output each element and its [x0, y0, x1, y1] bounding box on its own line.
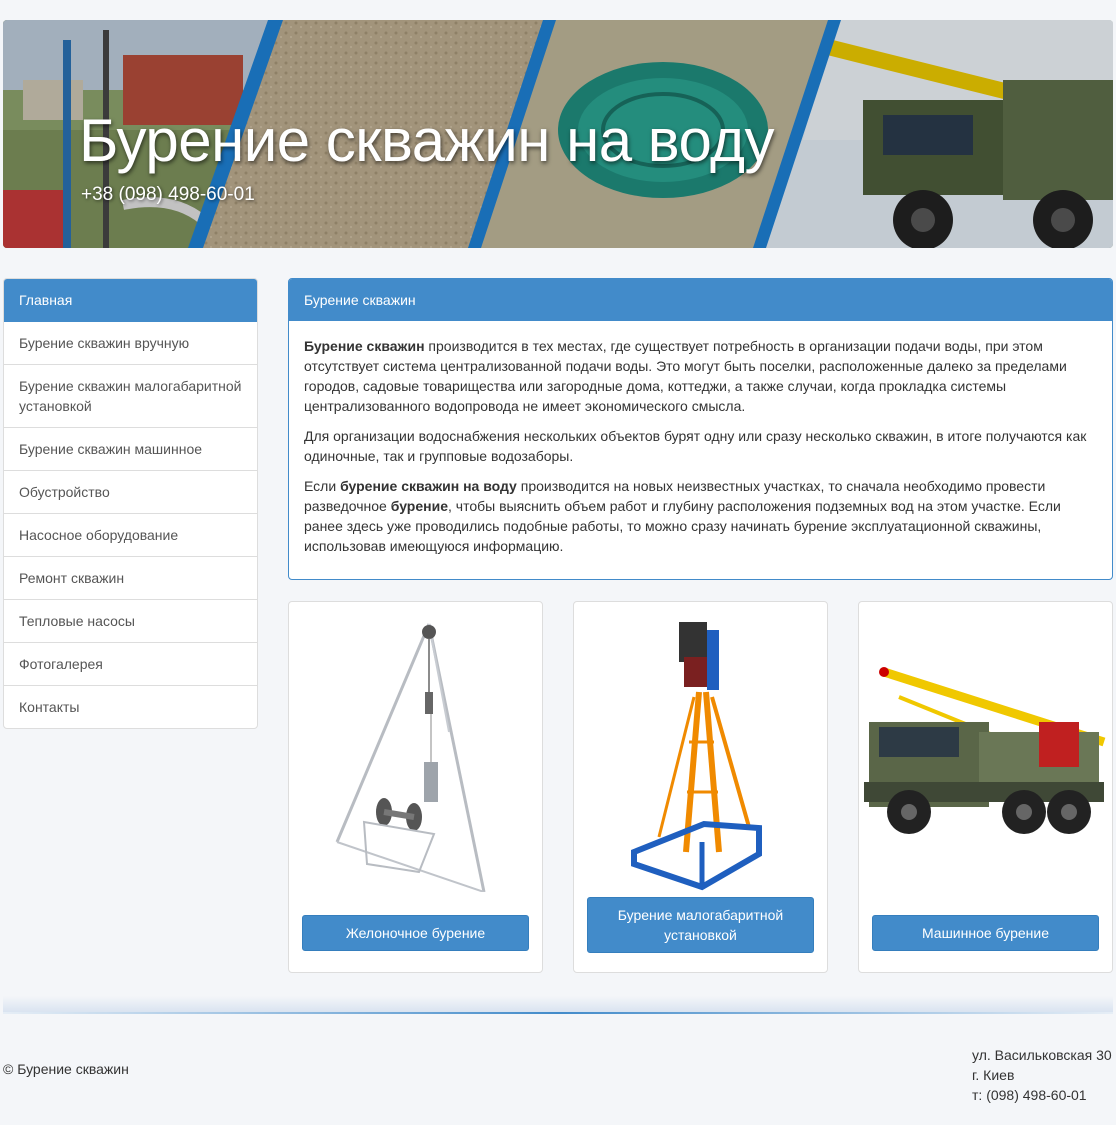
card-bailer-drilling: Желоночное бурение: [288, 601, 543, 973]
sidebar-item-arrangement[interactable]: Обустройство: [4, 471, 257, 514]
header-phone: +38 (098) 498-60-01: [81, 184, 255, 205]
bold-term: бурение: [390, 498, 448, 514]
panel-body: Бурение скважин производится в тех места…: [289, 321, 1112, 579]
sidebar-item-machine-drilling[interactable]: Бурение скважин машинное: [4, 428, 257, 471]
sidebar-item-compact-rig-drilling[interactable]: Бурение скважин малогабаритной установко…: [4, 365, 257, 428]
panel-title: Бурение скважин: [289, 279, 1112, 321]
sidebar-item-photo-gallery[interactable]: Фотогалерея: [4, 643, 257, 686]
footer-address: ул. Васильковская 30 г. Киев т: (098) 49…: [972, 1045, 1112, 1105]
copyright: © Бурение скважин: [3, 1061, 129, 1077]
sidebar-item-contacts[interactable]: Контакты: [4, 686, 257, 728]
sidebar-item-home[interactable]: Главная: [4, 279, 257, 322]
machine-drilling-button[interactable]: Машинное бурение: [872, 915, 1099, 951]
sidebar-item-manual-drilling[interactable]: Бурение скважин вручную: [4, 322, 257, 365]
content-panel: Бурение скважин Бурение скважин производ…: [288, 278, 1113, 580]
tripod-rig-image: [335, 623, 486, 892]
card-compact-rig: Бурение малогабаритной установкой: [573, 601, 828, 973]
bold-term: Бурение скважин: [304, 338, 425, 354]
bailer-drilling-button[interactable]: Желоночное бурение: [302, 915, 529, 951]
paragraph-1: Бурение скважин производится в тех места…: [304, 336, 1097, 416]
sidebar-nav: Главная Бурение скважин вручную Бурение …: [3, 278, 258, 729]
compact-rig-image: [631, 622, 762, 891]
sidebar-item-well-repair[interactable]: Ремонт скважин: [4, 557, 257, 600]
bold-term: бурение скважин на воду: [340, 478, 517, 494]
footer-glow: [3, 996, 1113, 1012]
address-city: г. Киев: [972, 1067, 1015, 1083]
paragraph-2: Для организации водоснабжения нескольких…: [304, 428, 1087, 464]
address-phone: т: (098) 498-60-01: [972, 1087, 1087, 1103]
address-street: ул. Васильковская 30: [972, 1047, 1112, 1063]
paragraph-text: Если: [304, 478, 341, 494]
footer-divider: [3, 1012, 1113, 1014]
paragraph-3: Если бурение скважин на воду производитс…: [304, 476, 1097, 556]
drilling-truck-image: [864, 667, 1106, 834]
compact-rig-button[interactable]: Бурение малогабаритной установкой: [587, 897, 814, 953]
site-title: Бурение скважин на воду: [79, 107, 775, 174]
sidebar-item-heat-pumps[interactable]: Тепловые насосы: [4, 600, 257, 643]
sidebar-item-pump-equipment[interactable]: Насосное оборудование: [4, 514, 257, 557]
card-machine-drilling: Машинное бурение: [858, 601, 1113, 973]
header-banner: Бурение скважин на воду +38 (098) 498-60…: [3, 20, 1113, 248]
